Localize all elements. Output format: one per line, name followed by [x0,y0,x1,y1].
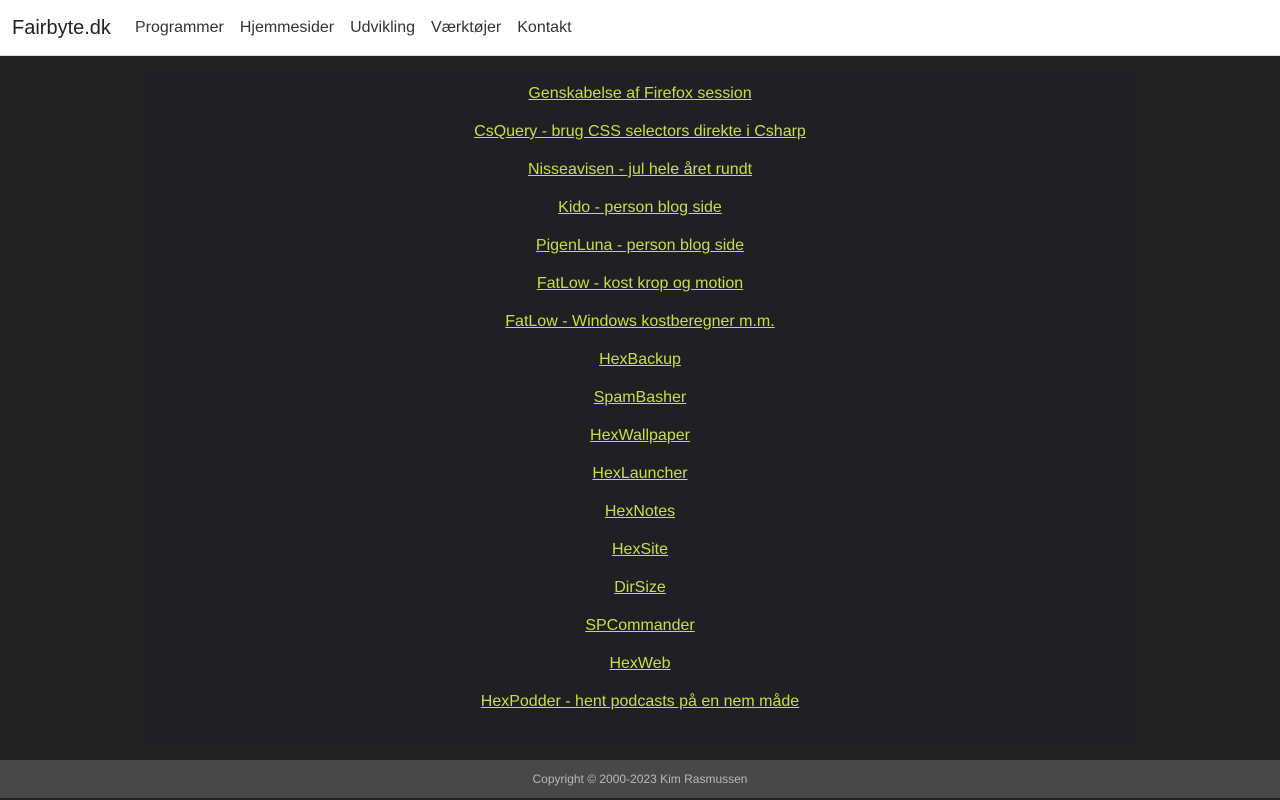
list-item: SPCommander [145,615,1135,653]
list-item: HexLauncher [145,463,1135,501]
list-item: PigenLuna - person blog side [145,235,1135,273]
project-link[interactable]: HexSite [612,541,668,558]
project-link[interactable]: HexBackup [599,351,681,368]
project-link[interactable]: Kido - person blog side [558,199,722,216]
list-item: HexSite [145,539,1135,577]
project-link[interactable]: DirSize [614,579,666,596]
nav-link-programmer[interactable]: Programmer [127,0,232,56]
project-link[interactable]: HexPodder - hent podcasts på en nem måde [481,693,799,710]
list-item: FatLow - kost krop og motion [145,273,1135,311]
copyright-text: Copyright © 2000-2023 Kim Rasmussen [532,772,748,786]
project-link[interactable]: FatLow - Windows kostberegner m.m. [505,313,774,330]
project-link[interactable]: FatLow - kost krop og motion [537,275,743,292]
project-link[interactable]: HexLauncher [592,465,687,482]
nav-link-kontakt[interactable]: Kontakt [509,0,579,56]
nav-links: Programmer Hjemmesider Udvikling Værktøj… [127,0,580,56]
project-link[interactable]: HexNotes [605,503,675,520]
list-item: HexPodder - hent podcasts på en nem måde [145,691,1135,729]
content-panel: Genskabelse af Firefox session CsQuery -… [145,73,1135,746]
project-link[interactable]: Nisseavisen - jul hele året rundt [528,161,752,178]
project-link[interactable]: CsQuery - brug CSS selectors direkte i C… [474,123,806,140]
list-item: FatLow - Windows kostberegner m.m. [145,311,1135,349]
list-item: HexWeb [145,653,1135,691]
nav-link-udvikling[interactable]: Udvikling [342,0,423,56]
project-link[interactable]: PigenLuna - person blog side [536,237,744,254]
project-link[interactable]: Genskabelse af Firefox session [528,85,751,102]
list-item: Kido - person blog side [145,197,1135,235]
list-item: Nisseavisen - jul hele året rundt [145,159,1135,197]
project-link[interactable]: HexWeb [609,655,670,672]
list-item: Genskabelse af Firefox session [145,83,1135,121]
project-link[interactable]: SPCommander [585,617,694,634]
nav-link-vaerktojer[interactable]: Værktøjer [423,0,509,56]
brand-link[interactable]: Fairbyte.dk [12,0,111,56]
list-item: CsQuery - brug CSS selectors direkte i C… [145,121,1135,159]
list-item: SpamBasher [145,387,1135,425]
list-item: HexNotes [145,501,1135,539]
project-link[interactable]: SpamBasher [594,389,687,406]
nav-link-hjemmesider[interactable]: Hjemmesider [232,0,342,56]
project-link[interactable]: HexWallpaper [590,427,690,444]
list-item: DirSize [145,577,1135,615]
top-navbar: Fairbyte.dk Programmer Hjemmesider Udvik… [0,0,1280,56]
list-item: HexWallpaper [145,425,1135,463]
list-item: HexBackup [145,349,1135,387]
page-footer: Copyright © 2000-2023 Kim Rasmussen [0,760,1280,798]
project-link-list: Genskabelse af Firefox session CsQuery -… [145,83,1135,729]
